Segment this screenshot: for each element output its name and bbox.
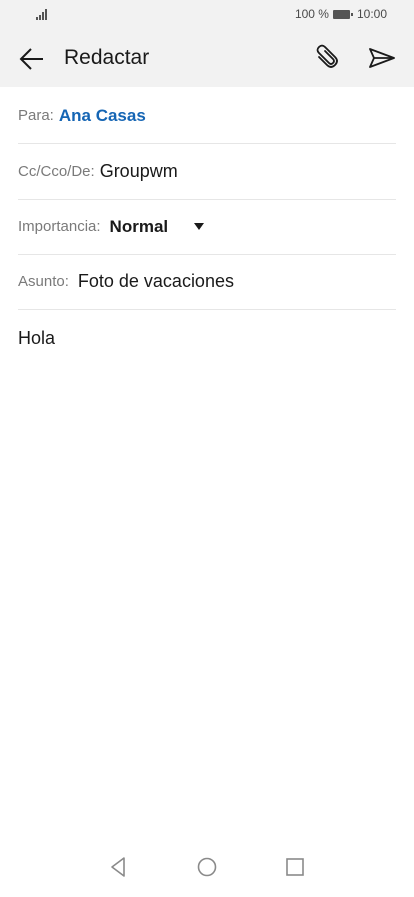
nav-home-icon[interactable] (195, 855, 219, 879)
cc-label: Cc/Cco/De: (18, 163, 95, 180)
back-arrow-icon[interactable] (17, 44, 47, 74)
to-field[interactable]: Para: Ana Casas (18, 88, 396, 144)
subject-input[interactable]: Foto de vacaciones (78, 271, 234, 292)
status-time: 10:00 (356, 7, 387, 21)
cc-field[interactable]: Cc/Cco/De: Groupwm (18, 144, 396, 200)
nav-back-icon[interactable] (106, 855, 130, 879)
importance-field[interactable]: Importancia: Normal (18, 199, 396, 255)
status-right: 100 % 10:00 (295, 7, 387, 21)
battery-percent: 100 % (294, 7, 329, 21)
chevron-down-icon[interactable] (194, 223, 205, 230)
to-label: Para: (18, 107, 54, 124)
subject-label: Asunto: (18, 273, 69, 290)
battery-icon (332, 9, 353, 19)
cc-value[interactable]: Groupwm (100, 161, 178, 182)
to-recipient[interactable]: Ana Casas (59, 106, 146, 126)
subject-field[interactable]: Asunto: Foto de vacaciones (18, 254, 396, 310)
page-title: Redactar (64, 46, 150, 69)
app-header: Redactar (0, 30, 414, 87)
send-icon[interactable] (366, 43, 398, 73)
status-bar: 100 % 10:00 (0, 0, 414, 30)
signal-icon (36, 9, 47, 20)
system-nav-bar (0, 855, 414, 897)
nav-recents-icon[interactable] (283, 855, 307, 879)
importance-label: Importancia: (18, 218, 101, 235)
importance-value[interactable]: Normal (110, 217, 169, 237)
message-body[interactable]: Hola (18, 328, 55, 349)
paperclip-icon[interactable] (311, 43, 341, 73)
